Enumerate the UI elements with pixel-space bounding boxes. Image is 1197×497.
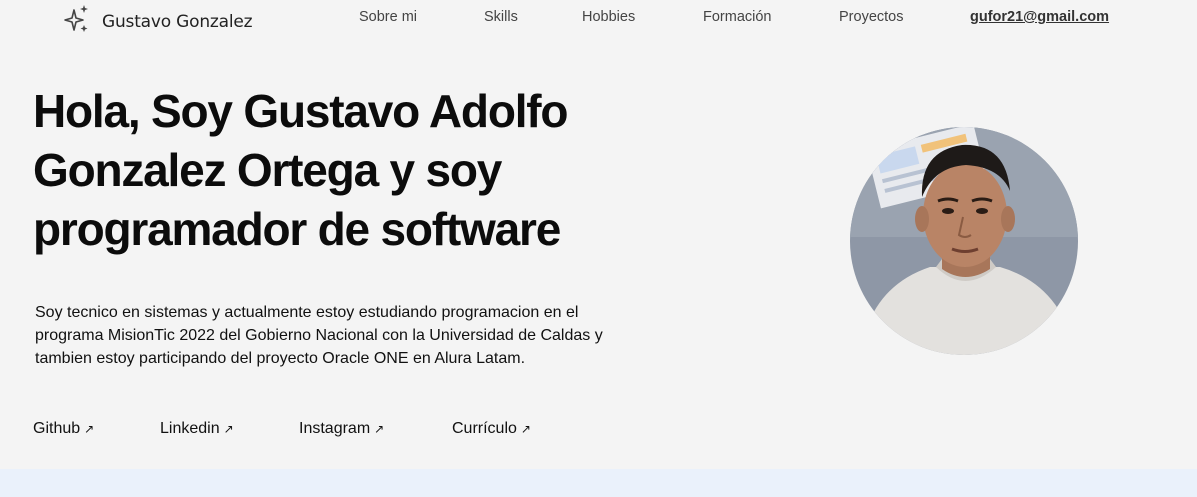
github-link[interactable]: Github ↗ bbox=[33, 420, 94, 438]
email-link[interactable]: gufor21@gmail.com bbox=[970, 9, 1109, 25]
nav-item-formacion[interactable]: Formación bbox=[703, 9, 772, 25]
sparkle-icon bbox=[64, 5, 88, 32]
linkedin-link-label: Linkedin bbox=[160, 420, 220, 437]
hero-title: Hola, Soy Gustavo Adolfo Gonzalez Ortega… bbox=[33, 85, 569, 255]
hero-description: Soy tecnico en sistemas y actualmente es… bbox=[35, 304, 603, 367]
nav-item-sobre-mi[interactable]: Sobre mi bbox=[359, 9, 417, 25]
curriculo-link-label: Currículo bbox=[452, 420, 517, 437]
profile-photo bbox=[850, 127, 1078, 355]
nav-item-hobbies[interactable]: Hobbies bbox=[582, 9, 635, 25]
linkedin-link[interactable]: Linkedin ↗ bbox=[160, 420, 234, 438]
next-section-band bbox=[0, 469, 1197, 497]
external-arrow-icon: ↗ bbox=[84, 422, 95, 436]
external-arrow-icon: ↗ bbox=[520, 422, 531, 436]
brand-name: Gustavo Gonzalez bbox=[102, 12, 253, 32]
nav-item-skills[interactable]: Skills bbox=[484, 9, 518, 25]
github-link-label: Github bbox=[33, 420, 81, 437]
instagram-link-label: Instagram bbox=[299, 420, 371, 437]
external-arrow-icon: ↗ bbox=[223, 422, 234, 436]
profile-photo-illustration bbox=[850, 127, 1078, 355]
external-arrow-icon: ↗ bbox=[374, 422, 385, 436]
nav-item-proyectos[interactable]: Proyectos bbox=[839, 9, 903, 25]
brand[interactable]: Gustavo Gonzalez bbox=[64, 4, 253, 34]
instagram-link[interactable]: Instagram ↗ bbox=[299, 420, 384, 438]
curriculo-link[interactable]: Currículo ↗ bbox=[452, 420, 531, 438]
top-navigation: Gustavo Gonzalez Sobre mi Skills Hobbies… bbox=[0, 0, 1197, 36]
